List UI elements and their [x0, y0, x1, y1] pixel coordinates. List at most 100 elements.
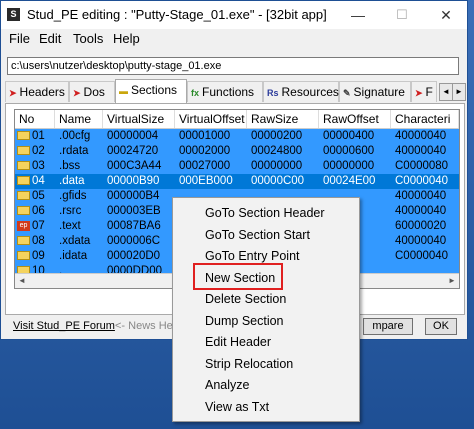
table-row[interactable]: 01 .00cfg 00000004 00001000 00000200 00000400…	[15, 129, 459, 144]
table-cell: C0000040	[395, 175, 449, 187]
ok-button[interactable]: OK	[425, 318, 457, 335]
scroll-left-icon[interactable]: ◄	[16, 275, 28, 287]
column-header-name[interactable]: Name	[55, 110, 103, 128]
table-cell: 40000040	[395, 145, 447, 157]
tab-label: Sections	[131, 83, 178, 97]
tab-scroll-left-icon[interactable]: ◄	[439, 83, 453, 101]
table-cell: .rdata	[59, 145, 89, 157]
table-cell: .rsrc	[59, 205, 82, 217]
app-icon: S	[7, 8, 20, 21]
folder-icon	[17, 131, 30, 141]
signature-icon: ✎	[343, 88, 351, 98]
table-cell: 00000200	[251, 130, 303, 142]
red-arrow-icon: ➤	[415, 88, 423, 98]
table-cell: 40000040	[395, 205, 447, 217]
tab-functions[interactable]: fx Functions	[187, 81, 263, 102]
tab-signature[interactable]: ✎ Signature	[339, 81, 411, 102]
column-header-virtualoffset[interactable]: VirtualOffset	[175, 110, 247, 128]
compare-button[interactable]: mpare	[363, 318, 413, 335]
tab-label: F	[425, 85, 433, 99]
table-cell: 000020D0	[107, 250, 161, 262]
tab-scroll-right-icon[interactable]: ►	[452, 83, 466, 101]
close-icon[interactable]: ✕	[425, 1, 467, 29]
column-header-rawsize[interactable]: RawSize	[247, 110, 319, 128]
tab-dos[interactable]: ➤ Dos	[69, 81, 115, 102]
folder-icon	[17, 191, 30, 201]
menu-item-dump-section[interactable]: Dump Section	[205, 311, 284, 332]
table-cell: 00087BA6	[107, 220, 161, 232]
menu-file[interactable]: File	[9, 31, 30, 46]
tab-resources[interactable]: Rs Resources	[263, 81, 339, 102]
table-cell: .00cfg	[59, 130, 91, 142]
tab-label: Dos	[83, 85, 105, 99]
table-cell: 00000000	[323, 160, 375, 172]
menu-item-analyze[interactable]: Analyze	[205, 375, 249, 396]
table-cell: 00024800	[251, 145, 303, 157]
menu-help[interactable]: Help	[113, 31, 140, 46]
table-cell: 0000006C	[107, 235, 161, 247]
table-cell: .data	[59, 175, 85, 187]
tab-label: Headers	[19, 85, 65, 99]
folder-icon	[17, 161, 30, 171]
context-menu: GoTo Section Header GoTo Section Start G…	[172, 197, 360, 422]
folder-icon	[17, 176, 30, 186]
cell-no: 07	[32, 220, 45, 232]
table-cell: 00024E00	[323, 175, 376, 187]
menu-item-goto-section-start[interactable]: GoTo Section Start	[205, 225, 310, 246]
menu-item-strip-relocation[interactable]: Strip Relocation	[205, 354, 293, 375]
cell-no-wrapper: 05	[15, 189, 55, 204]
table-cell: 00000B90	[107, 175, 160, 187]
menu-item-goto-section-header[interactable]: GoTo Section Header	[205, 203, 325, 224]
table-cell: C0000040	[395, 250, 449, 262]
table-cell: 000C3A44	[107, 160, 162, 172]
column-header-virtualsize[interactable]: VirtualSize	[103, 110, 175, 128]
title-bar: S Stud_PE editing : "Putty-Stage_01.exe"…	[1, 1, 467, 29]
table-header: No Name VirtualSize VirtualOffset RawSiz…	[15, 110, 459, 129]
cell-no: 08	[32, 235, 45, 247]
folder-icon	[17, 251, 30, 261]
cell-no: 02	[32, 145, 45, 157]
table-cell: 00001000	[179, 130, 231, 142]
minimize-icon[interactable]: —	[337, 1, 379, 29]
ep-icon: ep	[17, 220, 30, 231]
table-cell: 000003EB	[107, 205, 161, 217]
menu-edit[interactable]: Edit	[39, 31, 61, 46]
rs-icon: Rs	[267, 88, 279, 98]
column-header-characteristics[interactable]: Characteri	[391, 110, 459, 128]
maximize-icon[interactable]: ☐	[381, 1, 423, 29]
cell-no-wrapper: 02	[15, 144, 55, 159]
tab-strip: ➤ Headers ➤ Dos ▬ Sections fx Functions Rs Re…	[5, 79, 466, 103]
table-row[interactable]: 04 .data 00000B90 000EB000 00000C00 00024E00 C…	[15, 174, 459, 189]
tab-label: Signature	[353, 85, 405, 99]
table-cell: .bss	[59, 160, 81, 172]
menu-item-edit-header[interactable]: Edit Header	[205, 332, 271, 353]
menu-item-view-as-txt[interactable]: View as Txt	[205, 397, 269, 418]
red-arrow-icon: ➤	[9, 88, 17, 98]
cell-no: 01	[32, 130, 45, 142]
table-cell: 00027000	[179, 160, 231, 172]
column-header-no[interactable]: No	[15, 110, 55, 128]
cell-no: 03	[32, 160, 45, 172]
table-row[interactable]: 03 .bss 000C3A44 00027000 00000000 00000000 C0…	[15, 159, 459, 174]
table-row[interactable]: 02 .rdata 00024720 00002000 00024800 00000600…	[15, 144, 459, 159]
folder-icon: ▬	[119, 86, 128, 96]
column-header-rawoffset[interactable]: RawOffset	[319, 110, 391, 128]
table-cell: .idata	[59, 250, 88, 262]
tab-f[interactable]: ➤ F	[411, 81, 437, 102]
cell-no-wrapper: 03	[15, 159, 55, 174]
cell-no-wrapper: 09	[15, 249, 55, 264]
tab-label: Functions	[202, 85, 255, 99]
tab-headers[interactable]: ➤ Headers	[5, 81, 69, 102]
forum-link[interactable]: Visit Stud_PE Forum	[13, 320, 115, 332]
menu-tools[interactable]: Tools	[73, 31, 103, 46]
file-path-field[interactable]: c:\users\nutzer\desktop\putty-stage_01.e…	[7, 57, 459, 75]
menu-item-delete-section[interactable]: Delete Section	[205, 289, 286, 310]
folder-icon	[17, 206, 30, 216]
scroll-right-icon[interactable]: ►	[446, 275, 458, 287]
fx-icon: fx	[191, 88, 200, 98]
cell-no-wrapper: ep 07	[15, 219, 55, 234]
table-cell: .text	[59, 220, 81, 232]
cell-no-wrapper: 08	[15, 234, 55, 249]
table-cell: 00024720	[107, 145, 159, 157]
tab-sections[interactable]: ▬ Sections	[115, 79, 187, 103]
